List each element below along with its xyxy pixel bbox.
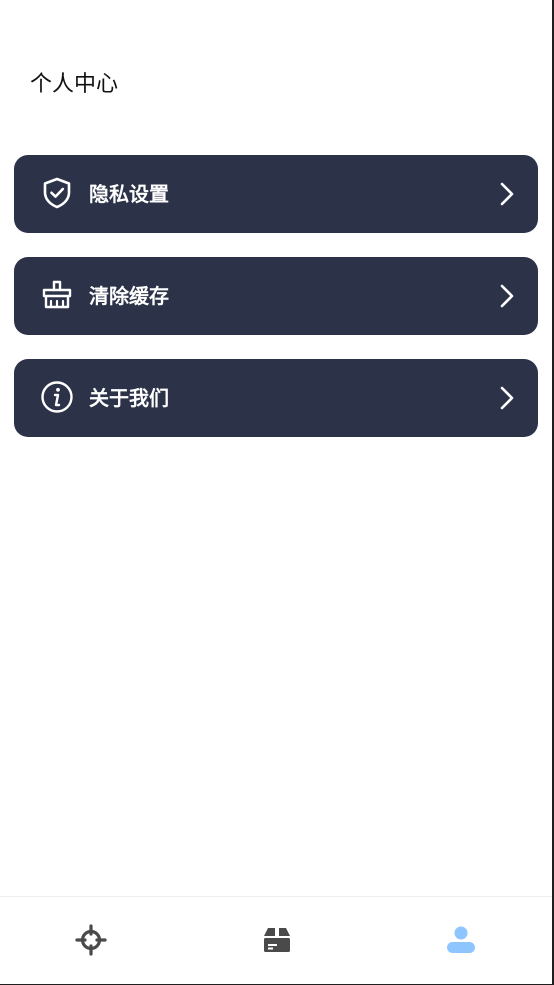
menu-item-about-us[interactable]: 关于我们: [14, 359, 538, 437]
user-icon: [444, 923, 478, 957]
info-icon: [40, 380, 74, 414]
broom-basket-icon: [40, 278, 74, 312]
bottom-tab-bar: [0, 896, 552, 984]
menu-item-label: 隐私设置: [89, 182, 169, 206]
shield-check-icon: [40, 176, 74, 210]
chevron-right-icon: [498, 182, 516, 206]
tab-box[interactable]: [260, 923, 294, 957]
menu-item-clear-cache[interactable]: 清除缓存: [14, 257, 538, 335]
app-screen: 个人中心 隐私设置 清除缓存 关于我们: [0, 0, 554, 985]
tab-profile[interactable]: [444, 923, 478, 957]
crosshair-icon: [74, 923, 108, 957]
menu-item-privacy-settings[interactable]: 隐私设置: [14, 155, 538, 233]
chevron-right-icon: [498, 284, 516, 308]
box-icon: [260, 923, 294, 957]
settings-menu: 隐私设置 清除缓存 关于我们: [14, 155, 538, 461]
menu-item-label: 关于我们: [89, 386, 169, 410]
chevron-right-icon: [498, 386, 516, 410]
menu-item-label: 清除缓存: [89, 284, 169, 308]
page-title: 个人中心: [30, 72, 119, 97]
tab-crosshair[interactable]: [74, 923, 108, 957]
